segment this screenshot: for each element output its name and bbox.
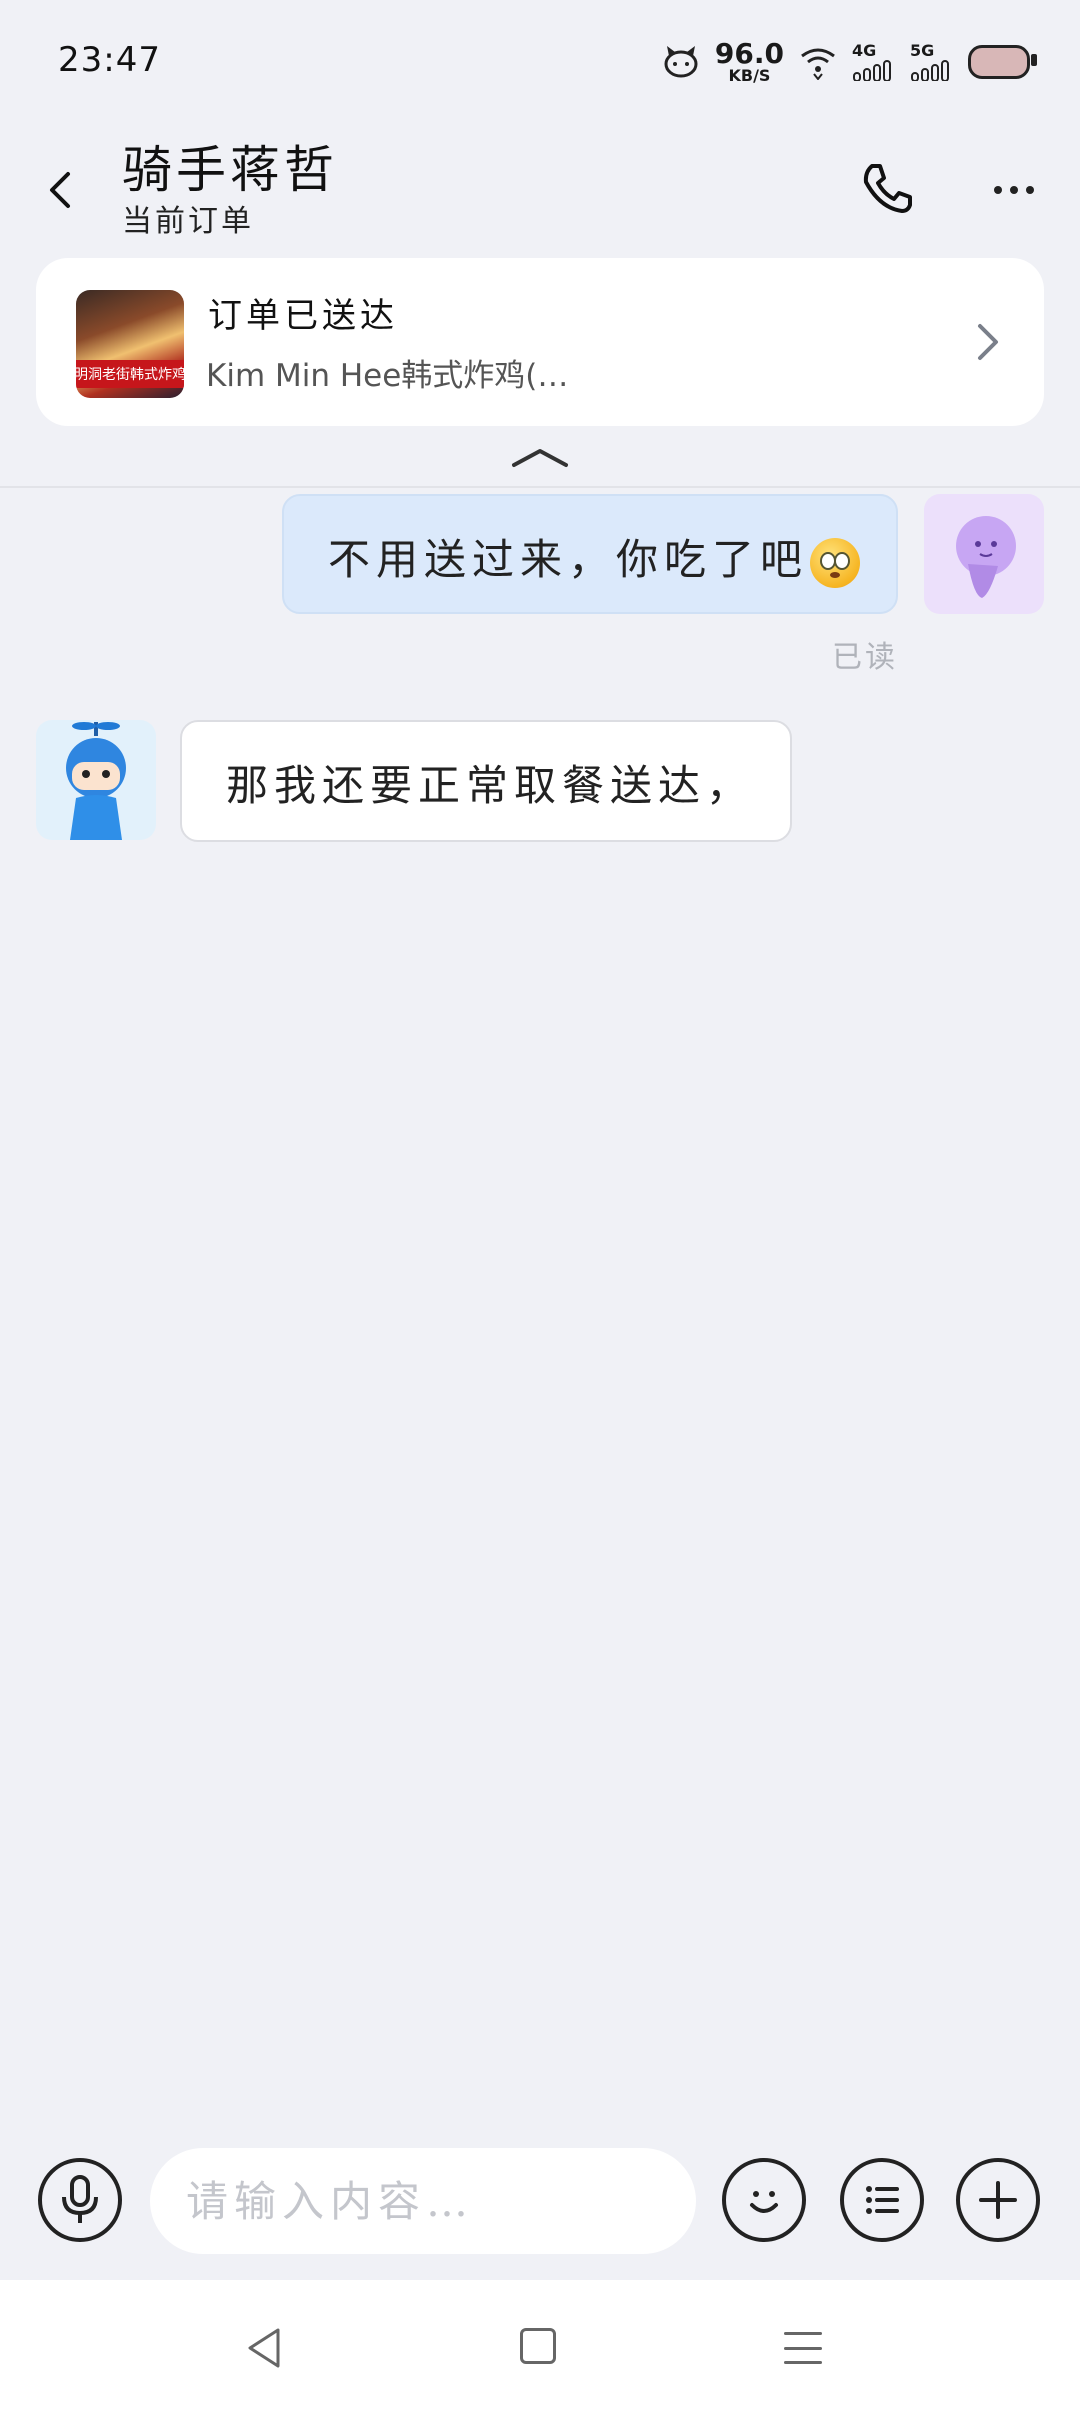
outgoing-message-bubble[interactable]: 不用送过来，你吃了吧 [282, 494, 898, 614]
plus-icon [979, 2181, 1017, 2219]
more-dot-icon [1010, 186, 1018, 194]
outgoing-message-text: 不用送过来，你吃了吧 [328, 535, 809, 584]
smiley-icon [750, 2191, 778, 2213]
message-input[interactable] [150, 2148, 696, 2254]
nav-recents-icon[interactable] [784, 2332, 822, 2364]
signal-4g-label: 4G [852, 41, 877, 60]
network-speed: 96.0 KB/S [715, 40, 784, 84]
nav-back-icon[interactable] [244, 2326, 284, 2370]
network-speed-value: 96.0 [714, 37, 784, 70]
signal-icon [911, 60, 949, 81]
hello-kitty-icon [664, 46, 698, 78]
divider [0, 486, 1080, 488]
purple-mascot-icon [956, 516, 1016, 598]
quick-reply-button[interactable] [840, 2158, 924, 2242]
call-button[interactable] [858, 158, 918, 218]
more-dot-icon [994, 186, 1002, 194]
more-actions-button[interactable] [956, 2158, 1040, 2242]
network-speed-unit: KB/S [728, 66, 771, 85]
signal-5g: 5G [910, 43, 954, 81]
read-status: 已读 [832, 640, 898, 675]
status-icons: 96.0 KB/S 4G 5G [661, 34, 1037, 90]
status-time: 23:47 [58, 40, 161, 80]
battery-icon [968, 45, 1037, 79]
chevron-right-icon [978, 324, 998, 360]
collapse-chevron-icon[interactable] [510, 445, 570, 469]
rider-mascot-icon [66, 722, 126, 840]
signal-5g-label: 5G [910, 41, 935, 60]
order-card[interactable]: 明洞老街韩式炸鸡 订单已送达 Kim Min Hee韩式炸鸡(… [36, 258, 1044, 426]
nav-home-icon[interactable] [520, 2328, 556, 2364]
chevron-left-icon [50, 172, 70, 208]
emoji-button[interactable] [722, 2158, 806, 2242]
order-status: 订单已送达 [208, 296, 398, 336]
page-title: 骑手蒋哲 [122, 141, 338, 199]
more-options-button[interactable] [984, 160, 1044, 220]
flushed-face-emoji-icon [810, 538, 861, 588]
list-icon [866, 2186, 899, 2214]
system-nav-bar [0, 2280, 1080, 2412]
chat-header: 骑手蒋哲 当前订单 [0, 120, 1080, 250]
back-button[interactable] [40, 160, 80, 220]
rider-avatar[interactable] [36, 720, 156, 840]
microphone-icon [62, 2175, 98, 2223]
signal-4g: 4G [852, 43, 896, 81]
order-shop-name: Kim Min Hee韩式炸鸡(… [206, 358, 569, 394]
outgoing-message-text-wrap: 不用送过来，你吃了吧 [328, 526, 861, 588]
voice-input-button[interactable] [38, 2158, 122, 2242]
page-subtitle: 当前订单 [122, 204, 254, 239]
more-dot-icon [1026, 186, 1034, 194]
incoming-message-bubble[interactable]: 那我还要正常取餐送达， [180, 720, 792, 842]
shop-thumbnail-sign: 明洞老街韩式炸鸡 [76, 360, 184, 388]
status-bar: 23:47 96.0 KB/S 4G 5G [0, 0, 1080, 120]
input-bar [0, 2120, 1080, 2280]
wifi-icon [801, 48, 835, 80]
phone-icon [863, 164, 912, 213]
signal-icon [853, 60, 891, 81]
shop-thumbnail: 明洞老街韩式炸鸡 [76, 290, 184, 398]
incoming-message-text: 那我还要正常取餐送达， [226, 761, 755, 810]
my-avatar[interactable] [924, 494, 1044, 614]
